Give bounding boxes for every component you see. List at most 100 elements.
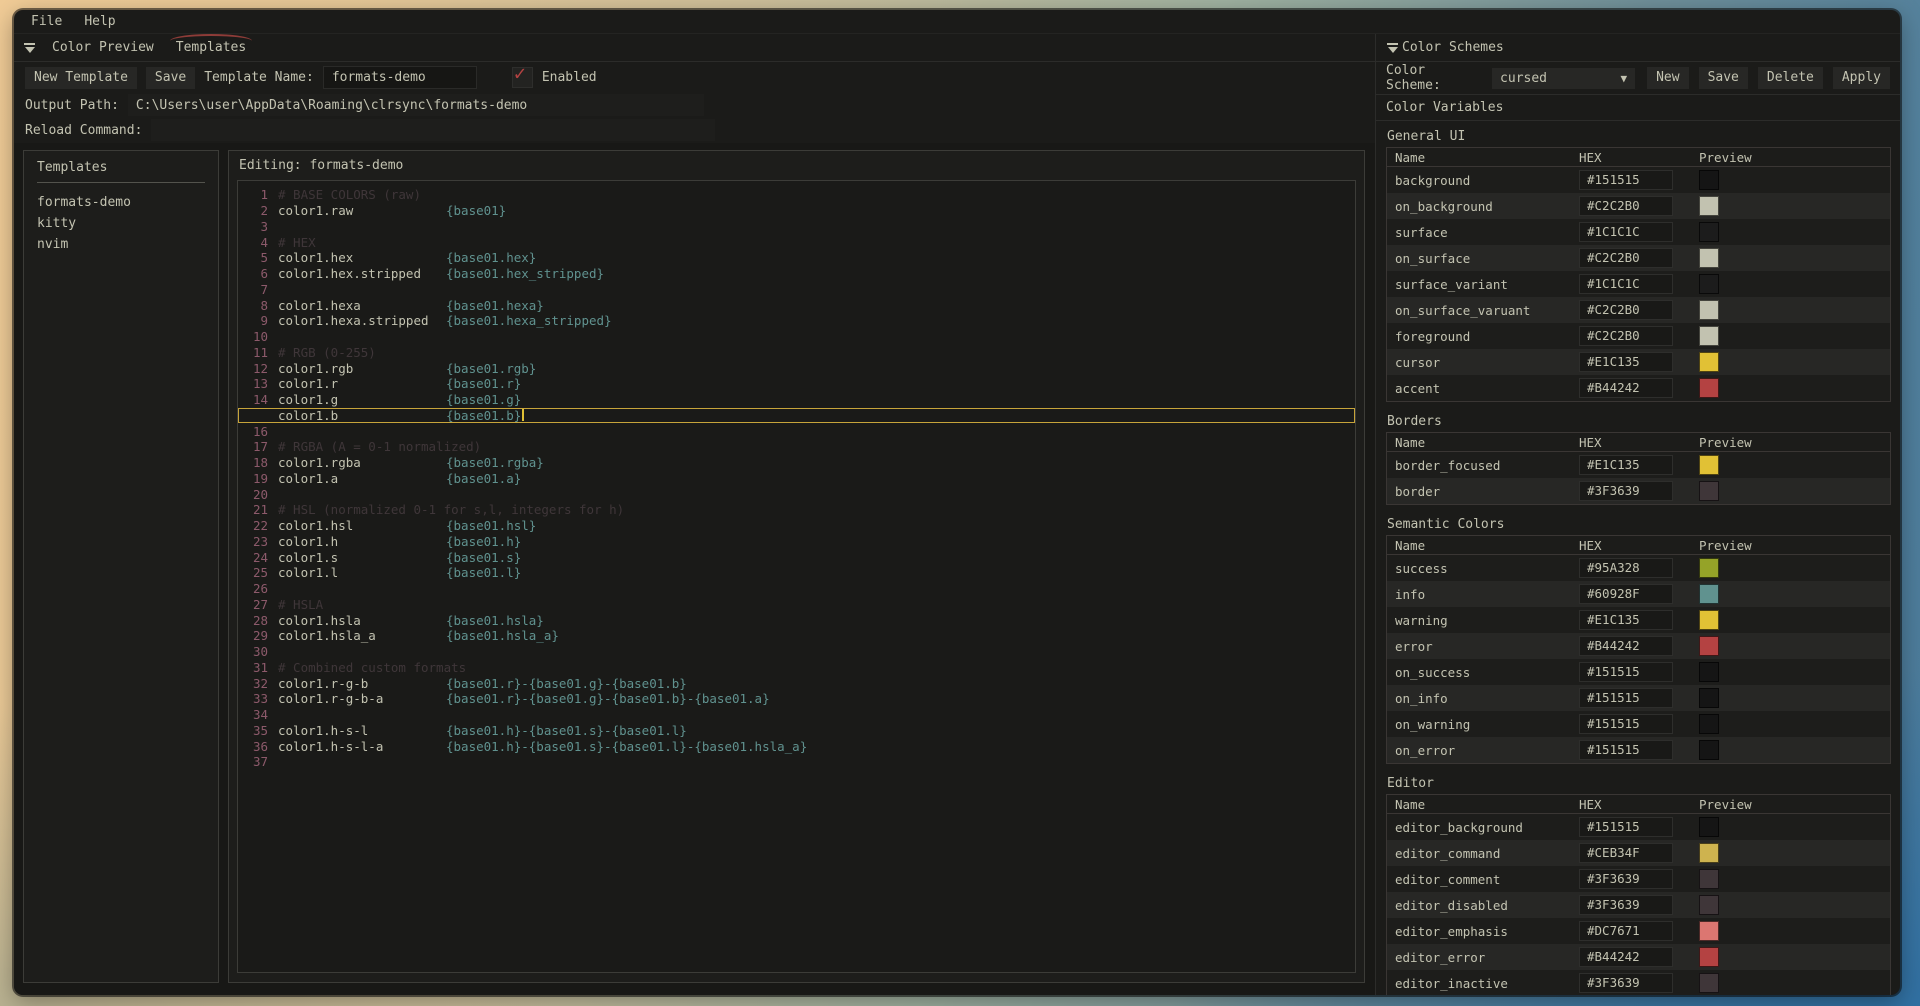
hex-value-input[interactable]: #CEB34F <box>1579 843 1673 863</box>
output-path-input[interactable] <box>128 94 704 116</box>
hex-value-input[interactable]: #E1C135 <box>1579 610 1673 630</box>
code-line[interactable]: 19color1.a{base01.a} <box>238 471 1355 487</box>
code-line[interactable]: 16 <box>238 423 1355 439</box>
color-swatch[interactable] <box>1699 326 1719 346</box>
code-line[interactable]: 4# HEX <box>238 234 1355 250</box>
color-swatch[interactable] <box>1699 714 1719 734</box>
code-line[interactable]: 13color1.r{base01.r} <box>238 376 1355 392</box>
hex-value-input[interactable]: #151515 <box>1579 688 1673 708</box>
code-line[interactable]: 36color1.h-s-l-a{base01.h}-{base01.s}-{b… <box>238 738 1355 754</box>
code-line[interactable]: 29color1.hsla_a{base01.hsla_a} <box>238 628 1355 644</box>
code-line[interactable]: 2color1.raw{base01} <box>238 203 1355 219</box>
scheme-new-button[interactable]: New <box>1647 67 1688 89</box>
code-line[interactable]: 25color1.l{base01.l} <box>238 565 1355 581</box>
code-line[interactable]: 10 <box>238 329 1355 345</box>
hex-value-input[interactable]: #151515 <box>1579 817 1673 837</box>
hex-value-input[interactable]: #C2C2B0 <box>1579 196 1673 216</box>
color-swatch[interactable] <box>1699 196 1719 216</box>
code-line[interactable]: color1.b{base01.b} <box>238 408 1355 424</box>
code-line[interactable]: 34 <box>238 707 1355 723</box>
hex-value-input[interactable]: #1C1C1C <box>1579 222 1673 242</box>
code-line[interactable]: 32color1.r-g-b{base01.r}-{base01.g}-{bas… <box>238 675 1355 691</box>
hex-value-input[interactable]: #DC7671 <box>1579 921 1673 941</box>
color-swatch[interactable] <box>1699 481 1719 501</box>
code-line[interactable]: 18color1.rgba{base01.rgba} <box>238 455 1355 471</box>
color-swatch[interactable] <box>1699 455 1719 475</box>
hex-value-input[interactable]: #C2C2B0 <box>1579 248 1673 268</box>
template-name-input[interactable] <box>323 66 477 89</box>
code-line[interactable]: 7 <box>238 282 1355 298</box>
hex-value-input[interactable]: #E1C135 <box>1579 455 1673 475</box>
color-swatch[interactable] <box>1699 584 1719 604</box>
code-editor[interactable]: 1# BASE COLORS (raw)2color1.raw{base01} 3… <box>237 180 1356 973</box>
hex-value-input[interactable]: #3F3639 <box>1579 895 1673 915</box>
code-line[interactable]: 35color1.h-s-l{base01.h}-{base01.s}-{bas… <box>238 723 1355 739</box>
code-line[interactable]: 17# RGBA (A = 0-1 normalized) <box>238 439 1355 455</box>
code-line[interactable]: 28color1.hsla{base01.hsla} <box>238 612 1355 628</box>
color-swatch[interactable] <box>1699 688 1719 708</box>
hex-value-input[interactable]: #3F3639 <box>1579 869 1673 889</box>
color-swatch[interactable] <box>1699 636 1719 656</box>
code-line[interactable]: 20 <box>238 486 1355 502</box>
color-swatch[interactable] <box>1699 170 1719 190</box>
panel-collapse-icon[interactable] <box>23 43 36 53</box>
tab-templates[interactable]: Templates <box>169 38 253 57</box>
code-line[interactable]: 23color1.h{base01.h} <box>238 534 1355 550</box>
code-line[interactable]: 26 <box>238 581 1355 597</box>
color-swatch[interactable] <box>1699 378 1719 398</box>
hex-value-input[interactable]: #B44242 <box>1579 378 1673 398</box>
save-template-button[interactable]: Save <box>146 67 195 89</box>
hex-value-input[interactable]: #60928F <box>1579 584 1673 604</box>
hex-value-input[interactable]: #3F3639 <box>1579 973 1673 993</box>
code-line[interactable]: 24color1.s{base01.s} <box>238 549 1355 565</box>
color-swatch[interactable] <box>1699 921 1719 941</box>
tab-color-preview[interactable]: Color Preview <box>45 38 161 57</box>
hex-value-input[interactable]: #C2C2B0 <box>1579 300 1673 320</box>
code-line[interactable]: 5color1.hex{base01.hex} <box>238 250 1355 266</box>
color-swatch[interactable] <box>1699 352 1719 372</box>
menu-item-file[interactable]: File <box>31 14 62 29</box>
color-swatch[interactable] <box>1699 817 1719 837</box>
hex-value-input[interactable]: #3F3639 <box>1579 481 1673 501</box>
code-line[interactable]: 1# BASE COLORS (raw) <box>238 187 1355 203</box>
reload-command-input[interactable] <box>151 119 715 141</box>
color-swatch[interactable] <box>1699 869 1719 889</box>
code-line[interactable]: 14color1.g{base01.g} <box>238 392 1355 408</box>
schemes-collapse-icon[interactable] <box>1386 43 1399 53</box>
template-list-item[interactable]: kitty <box>37 213 205 234</box>
hex-value-input[interactable]: #1C1C1C <box>1579 274 1673 294</box>
color-swatch[interactable] <box>1699 558 1719 578</box>
code-line[interactable]: 30 <box>238 644 1355 660</box>
hex-value-input[interactable]: #95A328 <box>1579 558 1673 578</box>
template-list-item[interactable]: formats-demo <box>37 192 205 213</box>
color-swatch[interactable] <box>1699 300 1719 320</box>
scheme-save-button[interactable]: Save <box>1699 67 1748 89</box>
code-line[interactable]: 22color1.hsl{base01.hsl} <box>238 518 1355 534</box>
code-line[interactable]: 9color1.hexa.stripped{base01.hexa_stripp… <box>238 313 1355 329</box>
hex-value-input[interactable]: #151515 <box>1579 170 1673 190</box>
color-swatch[interactable] <box>1699 895 1719 915</box>
color-swatch[interactable] <box>1699 222 1719 242</box>
code-line[interactable]: 33color1.r-g-b-a{base01.r}-{base01.g}-{b… <box>238 691 1355 707</box>
hex-value-input[interactable]: #C2C2B0 <box>1579 326 1673 346</box>
hex-value-input[interactable]: #B44242 <box>1579 636 1673 656</box>
hex-value-input[interactable]: #151515 <box>1579 714 1673 734</box>
color-swatch[interactable] <box>1699 610 1719 630</box>
hex-value-input[interactable]: #E1C135 <box>1579 352 1673 372</box>
color-swatch[interactable] <box>1699 947 1719 967</box>
code-line[interactable]: 31# Combined custom formats <box>238 660 1355 676</box>
color-swatch[interactable] <box>1699 248 1719 268</box>
code-line[interactable]: 12color1.rgb{base01.rgb} <box>238 360 1355 376</box>
code-line[interactable]: 8color1.hexa{base01.hexa} <box>238 297 1355 313</box>
enabled-checkbox[interactable]: ✓ <box>512 67 533 88</box>
code-line[interactable]: 37 <box>238 754 1355 770</box>
menu-item-help[interactable]: Help <box>84 14 115 29</box>
new-template-button[interactable]: New Template <box>25 67 137 89</box>
color-swatch[interactable] <box>1699 274 1719 294</box>
code-line[interactable]: 6color1.hex.stripped{base01.hex_stripped… <box>238 266 1355 282</box>
scheme-delete-button[interactable]: Delete <box>1758 67 1823 89</box>
code-line[interactable]: 27# HSLA <box>238 597 1355 613</box>
code-line[interactable]: 21# HSL (normalized 0-1 for s,l, integer… <box>238 502 1355 518</box>
hex-value-input[interactable]: #B44242 <box>1579 947 1673 967</box>
template-list-item[interactable]: nvim <box>37 234 205 255</box>
